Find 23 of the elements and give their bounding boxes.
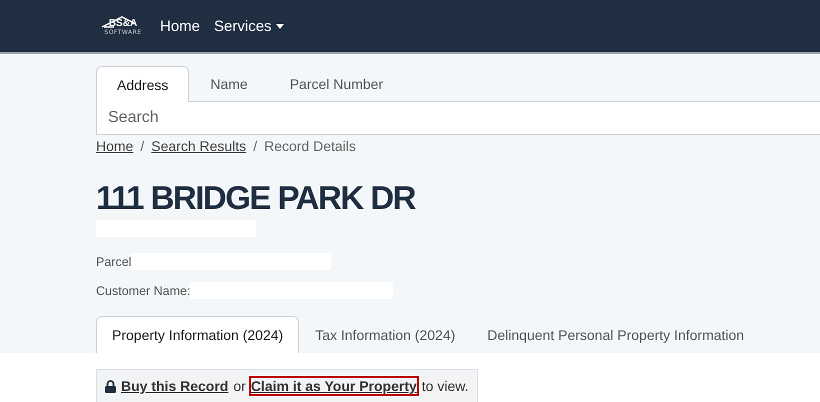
notice-text: or — [233, 378, 246, 394]
search-tab[interactable]: Name — [189, 66, 269, 101]
lock-icon — [105, 380, 116, 392]
field-label: Parcel — [96, 254, 132, 268]
record-tab[interactable]: Tax Information (2024) — [299, 316, 472, 353]
record-tab[interactable]: Property Information (2024) — [96, 316, 300, 353]
breadcrumb-link[interactable]: Home — [96, 138, 134, 154]
notice-text: to view. — [422, 378, 468, 394]
search-tab[interactable]: Address — [96, 66, 190, 102]
search-field[interactable]: Search — [96, 101, 820, 135]
breadcrumb-separator: / — [253, 138, 258, 154]
record-link[interactable]: Claim it as Your Property — [250, 378, 417, 394]
breadcrumb-current: Record Details — [264, 138, 356, 154]
record-title: 111 BRIDGE PARK DR — [96, 180, 416, 216]
field-label: Customer Name: — [96, 284, 190, 298]
record-link[interactable]: Buy this Record — [121, 378, 228, 394]
breadcrumb-link[interactable]: Search Results — [151, 138, 246, 154]
nav-link[interactable]: Services — [212, 16, 286, 36]
caret-icon — [276, 24, 284, 28]
nav-link[interactable]: Home — [158, 16, 202, 36]
search-tab[interactable]: Parcel Number — [268, 66, 404, 101]
record-tab[interactable]: Delinquent Personal Property Information — [471, 316, 760, 353]
breadcrumb-separator: / — [140, 138, 144, 154]
